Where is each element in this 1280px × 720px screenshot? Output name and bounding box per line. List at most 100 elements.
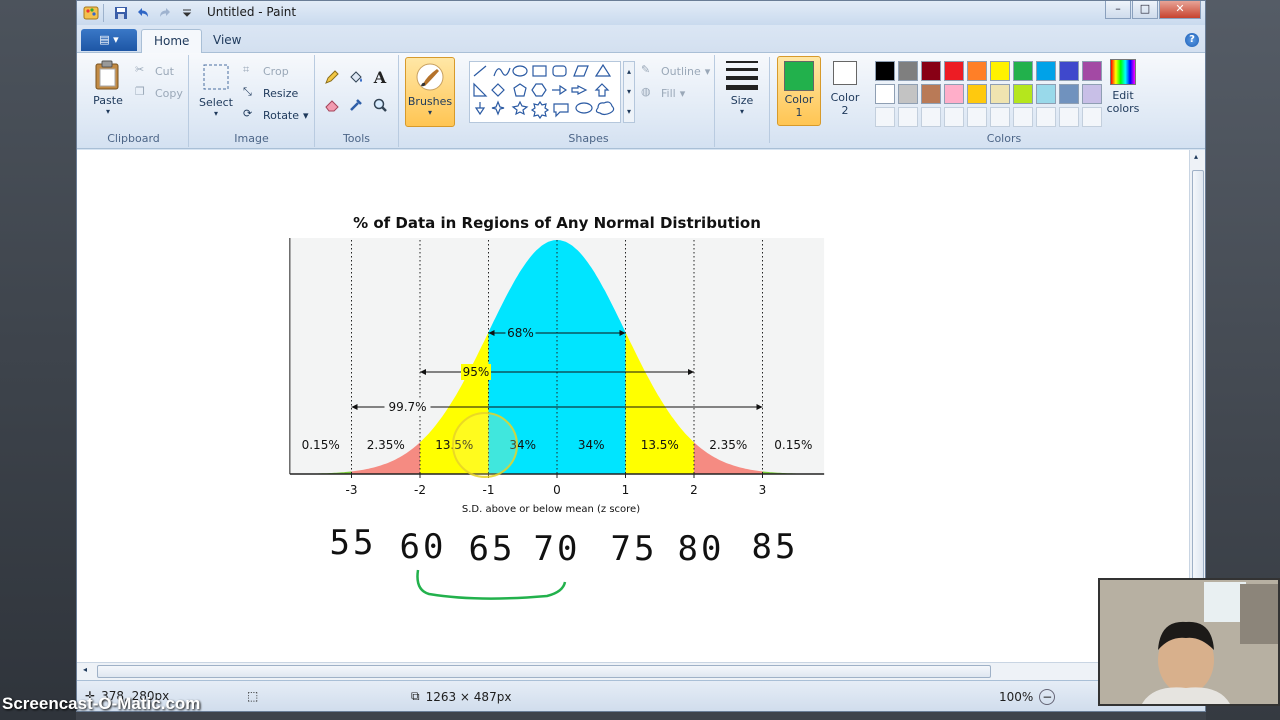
redo-icon[interactable] <box>157 5 173 21</box>
palette-swatch[interactable] <box>967 61 987 81</box>
rotate-label: Rotate <box>263 108 300 122</box>
save-icon[interactable] <box>113 5 129 21</box>
brushes-button[interactable]: Brushes ▾ <box>405 57 455 127</box>
canvas-area[interactable]: -3 -2 -1 0 1 2 3 % of Data in Regions of Any No… <box>77 150 1189 662</box>
resize-label: Resize <box>263 86 299 100</box>
palette-custom-slot[interactable] <box>990 107 1010 127</box>
palette-custom-slot[interactable] <box>875 107 895 127</box>
palette-swatch[interactable] <box>1082 61 1102 81</box>
palette-swatch[interactable] <box>944 61 964 81</box>
region-percent-label: 34% <box>578 438 605 452</box>
select-rectangle-icon <box>203 64 229 90</box>
scroll-up-icon[interactable]: ▴ <box>1194 152 1198 161</box>
paint-app-icon[interactable] <box>83 5 99 21</box>
palette-custom-slot[interactable] <box>921 107 941 127</box>
shapes-gallery-scroll[interactable]: ▴ ▾ ▾ <box>623 61 635 123</box>
window-title: Untitled - Paint <box>207 5 297 19</box>
minimize-button[interactable]: – <box>1105 1 1131 19</box>
cursor-highlight-circle <box>452 412 518 478</box>
help-icon[interactable]: ? <box>1185 33 1199 47</box>
copy-icon: ❐ <box>135 85 145 98</box>
copy-button[interactable]: ❐ Copy <box>135 83 183 103</box>
size-button[interactable]: Size ▾ <box>721 57 763 116</box>
palette-swatch[interactable] <box>967 84 987 104</box>
paste-dropdown-arrow-icon: ▾ <box>105 107 110 116</box>
zoom-level: 100% <box>999 690 1034 704</box>
shapes-gallery[interactable] <box>469 61 621 123</box>
close-button[interactable]: ✕ <box>1159 1 1201 19</box>
palette-swatch[interactable] <box>898 84 918 104</box>
palette-swatch[interactable] <box>944 84 964 104</box>
palette-swatch[interactable] <box>1013 61 1033 81</box>
fill-bucket-icon[interactable] <box>345 67 367 87</box>
palette-swatch[interactable] <box>1036 61 1056 81</box>
size-dropdown-arrow-icon: ▾ <box>739 107 744 116</box>
palette-swatch[interactable] <box>990 84 1010 104</box>
select-button[interactable]: Select ▾ <box>193 61 239 118</box>
palette-custom-slot[interactable] <box>1082 107 1102 127</box>
palette-swatch[interactable] <box>875 84 895 104</box>
color-picker-icon[interactable] <box>345 95 367 115</box>
region-percent-label: 0.15% <box>774 438 812 452</box>
palette-custom-slot[interactable] <box>1013 107 1033 127</box>
color2-button[interactable]: Color 2 <box>825 61 865 117</box>
palette-custom-slot[interactable] <box>1059 107 1079 127</box>
paste-button[interactable]: Paste ▾ <box>85 59 131 116</box>
cut-button[interactable]: ✂ Cut <box>135 61 174 81</box>
shapes-scroll-down-icon[interactable]: ▾ <box>624 82 634 102</box>
palette-custom-slot[interactable] <box>1036 107 1056 127</box>
tools-group-label: Tools <box>342 132 371 145</box>
paint-menu-button[interactable]: ▤ ▾ <box>81 29 137 51</box>
palette-swatch[interactable] <box>898 61 918 81</box>
tab-view[interactable]: View <box>201 29 253 53</box>
palette-swatch[interactable] <box>875 61 895 81</box>
pencil-icon[interactable] <box>321 67 343 87</box>
shapes-more-icon[interactable]: ▾ <box>624 102 634 122</box>
palette-swatch[interactable] <box>1059 84 1079 104</box>
maximize-button[interactable]: □ <box>1132 1 1158 19</box>
brushes-label: Brushes <box>407 95 453 108</box>
palette-swatch[interactable] <box>921 84 941 104</box>
fill-label: Fill <box>661 86 676 100</box>
handwriting-layer: 55 60 65 70 75 80 85 <box>330 523 796 569</box>
x-tick-label: 1 <box>622 483 630 497</box>
palette-custom-slot[interactable] <box>967 107 987 127</box>
palette-swatch[interactable] <box>1059 61 1079 81</box>
palette-custom-slot[interactable] <box>898 107 918 127</box>
ribbon: Paste ▾ ✂ Cut ❐ Copy Clipboard Select ▾ … <box>77 53 1205 149</box>
crop-label: Crop <box>263 64 289 78</box>
span-label: 68% <box>507 326 534 340</box>
customize-toolbar-chevron-icon[interactable] <box>179 5 195 21</box>
outline-button[interactable]: ✎ Outline ▾ <box>641 61 710 81</box>
palette-custom-slot[interactable] <box>944 107 964 127</box>
rotate-button[interactable]: ⟳ Rotate ▾ <box>243 105 309 125</box>
zoom-out-icon[interactable]: − <box>1039 689 1056 705</box>
shapes-scroll-up-icon[interactable]: ▴ <box>624 62 634 82</box>
eraser-icon[interactable] <box>321 95 343 115</box>
text-icon[interactable]: A <box>369 67 391 87</box>
palette-swatch[interactable] <box>921 61 941 81</box>
title-bar[interactable]: Untitled - Paint – □ ✕ <box>77 1 1205 25</box>
x-tick-label: 0 <box>553 483 561 497</box>
palette-swatch[interactable] <box>1036 84 1056 104</box>
normal-distribution-chart: -3 -2 -1 0 1 2 3 % of Data in Regions of Any No… <box>289 214 825 515</box>
fill-button[interactable]: ◍ Fill ▾ <box>641 83 685 103</box>
copy-label: Copy <box>155 86 183 100</box>
horizontal-scroll-thumb[interactable] <box>97 665 991 678</box>
screencast-watermark: Screencast-O-Matic.com <box>2 694 201 713</box>
edit-colors-button[interactable]: Edit colors <box>1103 59 1143 115</box>
palette-swatch[interactable] <box>990 61 1010 81</box>
clipboard-group-label: Clipboard <box>107 132 160 145</box>
color1-button[interactable]: Color 1 <box>777 56 821 126</box>
crop-button[interactable]: ⌗ Crop <box>243 61 289 81</box>
tab-home[interactable]: Home <box>141 29 203 53</box>
undo-icon[interactable] <box>135 5 151 21</box>
palette-swatch[interactable] <box>1082 84 1102 104</box>
x-tick-label: -3 <box>346 483 358 497</box>
horizontal-scrollbar[interactable]: ◂ <box>77 662 1205 680</box>
palette-swatch[interactable] <box>1013 84 1033 104</box>
scroll-left-icon[interactable]: ◂ <box>83 665 87 674</box>
canvas-drawing[interactable]: -3 -2 -1 0 1 2 3 % of Data in Regions of Any No… <box>77 150 1189 662</box>
resize-button[interactable]: ⤡ Resize <box>243 83 298 103</box>
magnifier-icon[interactable] <box>369 95 391 115</box>
